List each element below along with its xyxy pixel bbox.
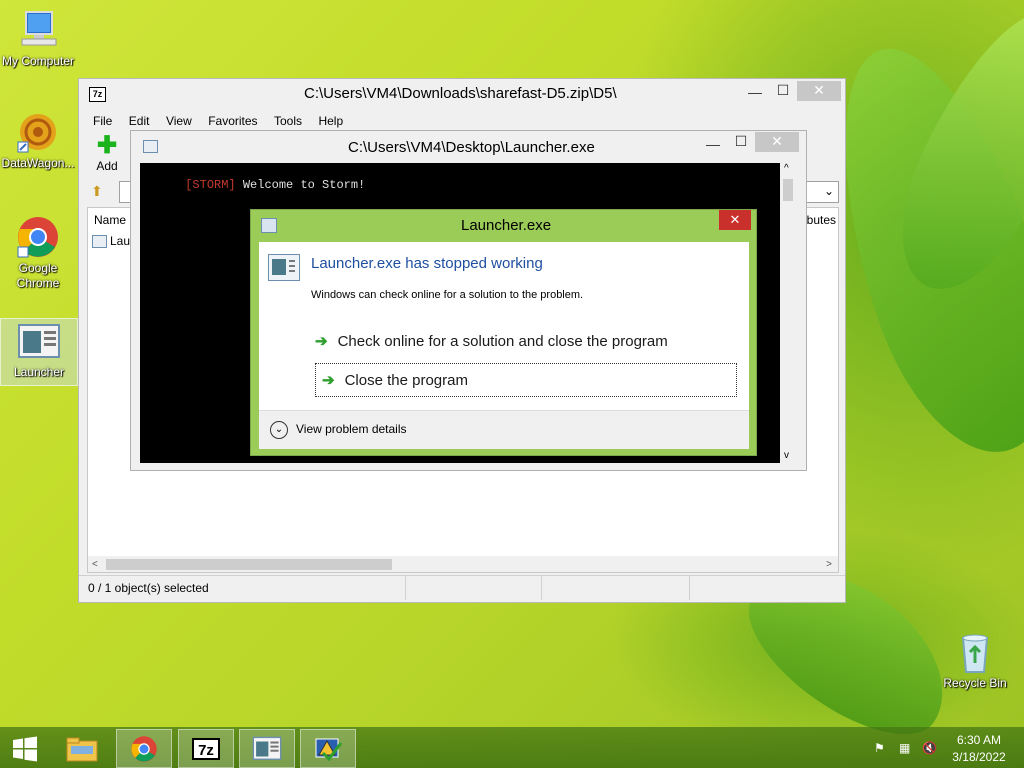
desktop-icon-label: My Computer xyxy=(1,54,75,68)
chevron-down-icon: ⌄ xyxy=(823,184,834,198)
7zip-app-icon: 7z xyxy=(89,87,106,102)
console-title-bar[interactable]: C:\Users\VM4\Desktop\Launcher.exe — ☐ ✕ xyxy=(131,131,806,163)
console-tag: [STORM] xyxy=(185,178,236,192)
error-dialog: Launcher.exe ✕ Launcher.exe has stopped … xyxy=(250,209,757,456)
menu-view[interactable]: View xyxy=(166,114,192,128)
clock-time: 6:30 AM xyxy=(956,733,1002,747)
status-bar: 0 / 1 object(s) selected xyxy=(79,575,845,600)
green-arrow-icon: ➔ xyxy=(322,372,335,389)
dialog-description: Windows can check online for a solution … xyxy=(311,289,584,301)
clock-date: 3/18/2022 xyxy=(952,750,1006,764)
file-name: Lau xyxy=(110,234,131,248)
action-center-flag-icon[interactable]: ⚑ xyxy=(874,741,885,755)
menu-tools[interactable]: Tools xyxy=(274,114,302,128)
clock[interactable]: 6:30 AM 3/18/2022 xyxy=(946,732,1012,766)
explorer-title: C:\Users\VM4\Downloads\sharefast-D5.zip\… xyxy=(304,85,617,102)
scrollbar-thumb[interactable] xyxy=(106,559,392,570)
chevron-down-icon[interactable]: ⌄ xyxy=(270,421,288,439)
desktop-icon-label: Launcher xyxy=(13,365,65,379)
close-program-option[interactable]: ➔ Close the program xyxy=(315,363,737,397)
desktop-icon-recycle-bin[interactable]: Recycle Bin xyxy=(937,630,1013,691)
program-icon xyxy=(268,254,300,281)
green-arrow-icon: ➔ xyxy=(315,333,328,350)
check-online-label: Check online for a solution and close th… xyxy=(337,332,668,350)
desktop-icon-chrome[interactable]: Google Chrome xyxy=(0,215,76,291)
vertical-scrollbar[interactable]: ^ v xyxy=(780,163,796,463)
taskbar-launcher[interactable] xyxy=(239,729,295,768)
horizontal-scrollbar[interactable]: < > xyxy=(88,556,838,572)
view-details-link[interactable]: View problem details xyxy=(296,422,407,436)
datawagon-icon xyxy=(16,110,60,154)
check-online-option[interactable]: ➔ Check online for a solution and close … xyxy=(315,329,739,353)
console-app-icon xyxy=(143,140,158,153)
desktop-icon-my-computer[interactable]: My Computer xyxy=(0,8,76,69)
taskbar-error-reporting[interactable] xyxy=(300,729,356,768)
taskbar-7zip[interactable]: 7z xyxy=(178,729,234,768)
desktop-icon-label: Google Chrome xyxy=(16,261,60,290)
recycle-bin-icon xyxy=(953,630,997,674)
volume-muted-icon[interactable]: 🔇 xyxy=(922,741,937,755)
launcher-icon xyxy=(17,319,61,363)
windows-logo-icon xyxy=(13,736,37,761)
list-item[interactable]: Lau xyxy=(92,234,130,248)
network-icon[interactable]: ▦ xyxy=(899,741,910,755)
desktop-icon-datawagon[interactable]: DataWagon... xyxy=(0,110,76,171)
error-report-icon xyxy=(315,738,343,761)
7zip-icon: 7z xyxy=(192,737,220,760)
dialog-body: Launcher.exe has stopped working Windows… xyxy=(259,242,749,449)
console-title: C:\Users\VM4\Desktop\Launcher.exe xyxy=(348,139,595,156)
close-button[interactable]: ✕ xyxy=(797,81,841,101)
menu-bar: File Edit View Favorites Tools Help xyxy=(93,112,355,130)
add-button[interactable]: ✚ Add xyxy=(91,132,123,174)
minimize-button[interactable]: — xyxy=(699,135,727,155)
status-divider xyxy=(689,576,690,600)
desktop-icon-launcher[interactable]: Launcher xyxy=(0,318,78,386)
add-label: Add xyxy=(96,159,118,173)
dialog-close-button[interactable]: ✕ xyxy=(719,210,751,230)
start-button[interactable] xyxy=(0,729,50,768)
column-header-name[interactable]: Name xyxy=(94,213,126,227)
folder-up-icon[interactable]: ⬆ xyxy=(91,183,109,201)
dialog-title-bar[interactable]: Launcher.exe ✕ xyxy=(251,210,756,240)
desktop-icon-label: DataWagon... xyxy=(1,156,75,170)
close-program-label: Close the program xyxy=(344,371,468,389)
desktop-icon-label: Recycle Bin xyxy=(943,676,1007,690)
chrome-icon xyxy=(131,735,157,762)
menu-file[interactable]: File xyxy=(93,114,112,128)
console-line: Welcome to Storm! xyxy=(235,178,366,192)
menu-help[interactable]: Help xyxy=(318,114,343,128)
scroll-left-icon[interactable]: < xyxy=(92,559,98,570)
scroll-right-icon[interactable]: > xyxy=(826,559,832,570)
status-divider xyxy=(405,576,406,600)
status-text: 0 / 1 object(s) selected xyxy=(88,581,209,595)
menu-favorites[interactable]: Favorites xyxy=(208,114,257,128)
maximize-button[interactable]: ☐ xyxy=(769,81,797,101)
menu-edit[interactable]: Edit xyxy=(129,114,150,128)
plus-icon: ✚ xyxy=(96,132,118,159)
computer-icon xyxy=(16,8,60,52)
close-button[interactable]: ✕ xyxy=(755,132,799,152)
minimize-button[interactable]: — xyxy=(741,83,769,103)
chrome-icon xyxy=(16,215,60,259)
maximize-button[interactable]: ☐ xyxy=(727,132,755,152)
taskbar-file-explorer[interactable] xyxy=(54,729,110,768)
explorer-title-bar[interactable]: 7z C:\Users\VM4\Downloads\sharefast-D5.z… xyxy=(79,79,845,107)
dialog-app-icon xyxy=(261,218,277,233)
taskbar-chrome[interactable] xyxy=(116,729,172,768)
status-divider xyxy=(541,576,542,600)
exe-file-icon xyxy=(92,234,107,248)
dialog-heading: Launcher.exe has stopped working xyxy=(311,255,543,272)
scroll-down-icon[interactable]: v xyxy=(784,450,789,461)
launcher-icon xyxy=(252,736,282,760)
folder-icon xyxy=(66,737,98,761)
scroll-up-icon[interactable]: ^ xyxy=(784,163,789,174)
scrollbar-thumb[interactable] xyxy=(783,179,793,201)
dialog-footer: ⌄ View problem details xyxy=(259,410,749,449)
dialog-title: Launcher.exe xyxy=(461,217,552,234)
